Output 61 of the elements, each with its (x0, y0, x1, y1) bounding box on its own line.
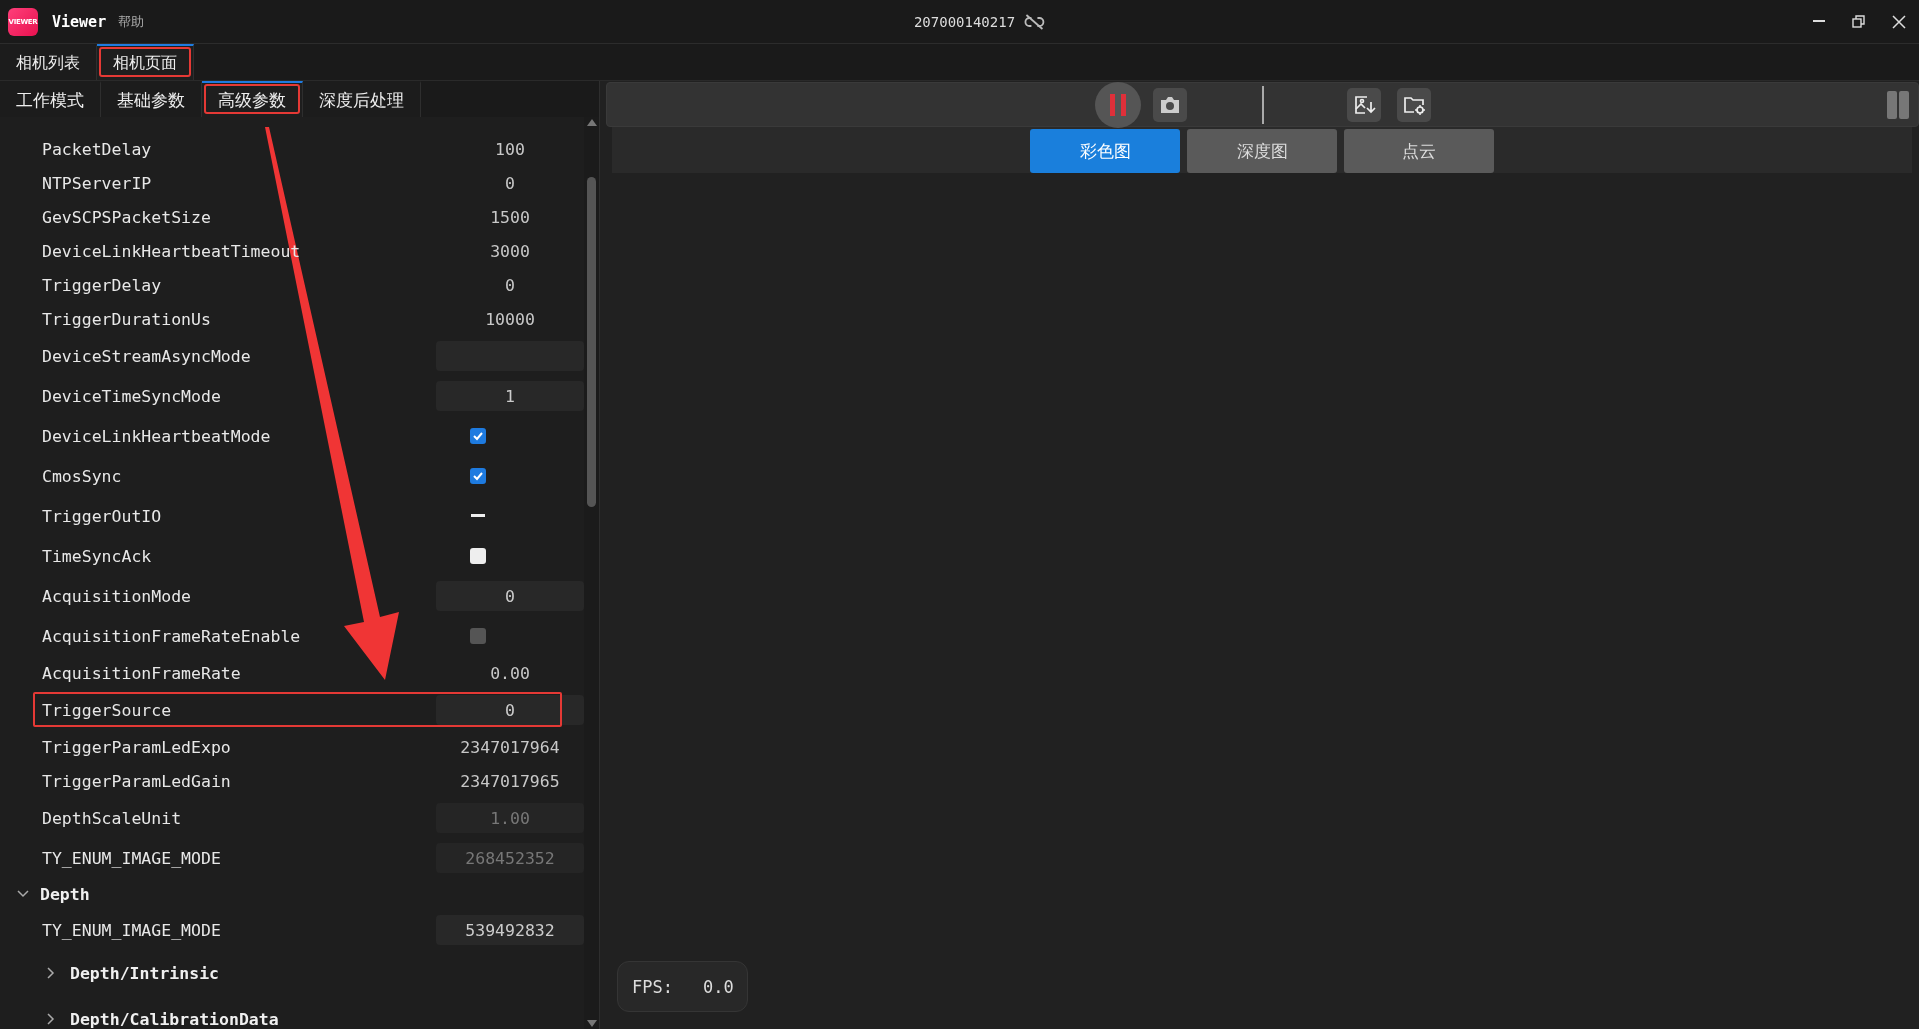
view-tab[interactable]: 深度图 (1187, 129, 1337, 173)
settings-tab[interactable]: 高级参数 (202, 81, 303, 117)
parameter-value: 0 (504, 173, 516, 193)
parameter-name: TriggerDelay (42, 275, 163, 295)
parameter-name: DepthScaleUnit (42, 808, 183, 828)
menu-item[interactable]: 帮助 (118, 12, 145, 31)
parameter-name: DeviceTimeSyncMode (42, 386, 222, 406)
parameter-name: TY_ENUM_IMAGE_MODE (42, 848, 222, 868)
view-tab[interactable]: 点云 (1344, 129, 1494, 173)
checkmark-icon (472, 470, 484, 482)
parameter-name: DeviceLinkHeartbeatMode (42, 426, 272, 446)
app-name: Viewer (52, 12, 107, 31)
scrollbar-thumb[interactable] (587, 177, 596, 507)
page-tab[interactable]: 相机页面 (97, 44, 194, 80)
parameter-name: AcquisitionFrameRate (42, 663, 242, 683)
device-serial: 207000140217 (913, 13, 1016, 30)
folder-gear-icon[interactable] (1396, 87, 1431, 122)
view-tab[interactable]: 彩色图 (1030, 129, 1180, 173)
parameter-field[interactable]: 539492832 (436, 915, 584, 945)
checkbox[interactable] (470, 548, 486, 564)
parameter-name: TriggerDurationUs (42, 309, 212, 329)
scroll-down-icon[interactable] (585, 1019, 598, 1029)
scrollbar[interactable] (584, 117, 599, 1029)
parameter-name: NTPServerIP (42, 173, 153, 193)
parameter-name: TriggerSource (42, 700, 173, 720)
checkbox[interactable] (470, 428, 486, 444)
parameter-value: 0.00 (489, 663, 531, 683)
parameter-name: AcquisitionMode (42, 586, 192, 606)
parameter-value: 1500 (489, 207, 531, 227)
parameter-name: AcquisitionFrameRateEnable (42, 626, 302, 646)
parameter-name: PacketDelay (42, 139, 153, 159)
parameter-value: 0 (504, 275, 516, 295)
parameter-value: 100 (494, 139, 526, 159)
parameter-field[interactable]: 1 (436, 381, 584, 411)
parameter-value: 3000 (489, 241, 531, 261)
parameter-value: 10000 (484, 309, 536, 329)
parameter-name: TriggerParamLedExpo (42, 737, 232, 757)
restore-icon[interactable] (1851, 13, 1867, 30)
group-label[interactable]: Depth/Intrinsic (70, 963, 219, 983)
parameter-name: CmosSync (42, 466, 123, 486)
close-icon[interactable] (1891, 13, 1907, 30)
parameter-name: TriggerOutIO (42, 506, 163, 526)
parameter-name: GevSCPSPacketSize (42, 207, 212, 227)
image-download-icon[interactable] (1346, 87, 1381, 122)
group-label[interactable]: Depth (40, 884, 90, 904)
parameter-name: TimeSyncAck (42, 546, 153, 566)
parameter-name: DeviceStreamAsyncMode (42, 346, 252, 366)
parameter-value: 2347017965 (459, 771, 561, 791)
pause-icon[interactable] (1094, 81, 1141, 128)
parameter-name: TriggerParamLedGain (42, 771, 232, 791)
fps-value: 0.0 (702, 976, 734, 997)
camera-icon[interactable] (1152, 87, 1187, 122)
parameter-value: 2347017964 (459, 737, 561, 757)
parameter-field[interactable]: 0 (436, 695, 584, 725)
group-label[interactable]: Depth/CalibrationData (70, 1009, 279, 1029)
parameter-field[interactable]: 0 (436, 581, 584, 611)
split-view-icon[interactable] (1886, 89, 1910, 120)
fps-label: FPS: (632, 976, 673, 997)
parameter-name: TY_ENUM_IMAGE_MODE (42, 920, 222, 940)
checkmark-icon (472, 430, 484, 442)
checkbox[interactable] (470, 468, 486, 484)
